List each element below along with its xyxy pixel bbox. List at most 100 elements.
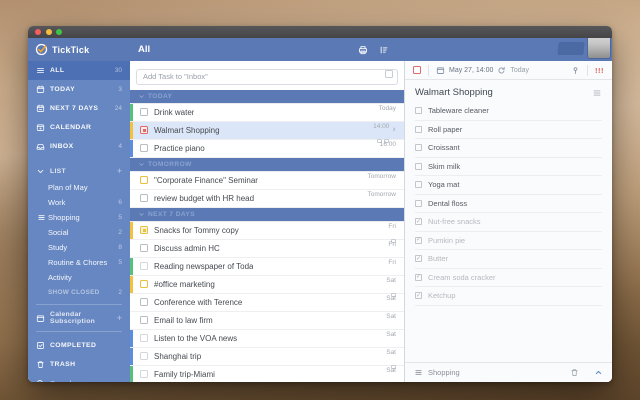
sidebar-item[interactable]: Social 2: [28, 225, 130, 240]
sidebar-item[interactable]: Study 8: [28, 240, 130, 255]
checklist-item[interactable]: ✓ Butter: [415, 250, 602, 269]
priority-badge[interactable]: !!!: [595, 66, 604, 75]
sidebar-item[interactable]: CALENDAR: [28, 118, 130, 137]
detail-task-checkbox[interactable]: [413, 66, 421, 74]
task-row[interactable]: Drink water Today ›: [130, 103, 404, 122]
sidebar-item[interactable]: SHOW CLOSED 2: [28, 285, 130, 300]
task-checkbox[interactable]: [140, 226, 148, 234]
task-row[interactable]: review budget with HR head Tomorrow ›: [130, 190, 404, 208]
task-row[interactable]: Conference with Terence Sat ›: [130, 294, 404, 312]
detail-task-title[interactable]: Walmart Shopping: [415, 87, 493, 98]
pin-icon[interactable]: [571, 66, 580, 75]
task-checkbox[interactable]: [140, 262, 148, 270]
task-checkbox[interactable]: [140, 144, 148, 152]
sidebar-item[interactable]: TODAY 3: [28, 80, 130, 99]
task-row[interactable]: Family trip-Miami Sat ›: [130, 365, 404, 382]
sidebar-item[interactable]: Shopping 5: [28, 210, 130, 225]
section-header[interactable]: NEXT 7 DAYS ›: [130, 207, 404, 222]
checklist-checkbox[interactable]: ✓: [415, 292, 422, 300]
checklist-item[interactable]: ✓ Pumkin pie: [415, 232, 602, 250]
sidebar-item[interactable]: LIST +: [28, 162, 130, 180]
task-checkbox[interactable]: [140, 280, 148, 288]
task-checkbox[interactable]: [140, 194, 148, 202]
task-row[interactable]: Listen to the VOA news Sat ›: [130, 329, 404, 348]
menu-icon[interactable]: [592, 88, 602, 98]
calendar-icon[interactable]: [436, 66, 445, 75]
task-row[interactable]: Discuss admin HC Fri ›: [130, 240, 404, 258]
chevron-up-icon[interactable]: [594, 368, 603, 377]
due-date-label[interactable]: May 27, 14:00: [449, 67, 493, 74]
close-button[interactable]: [35, 29, 41, 35]
checklist-item[interactable]: ✓ Croissant: [415, 139, 602, 158]
task-checkbox[interactable]: [140, 108, 148, 116]
repeat-label[interactable]: Today: [510, 67, 529, 74]
checklist-checkbox[interactable]: ✓: [415, 255, 422, 263]
checklist-checkbox[interactable]: ✓: [415, 236, 422, 244]
checklist-item[interactable]: ✓ Roll paper: [415, 121, 602, 139]
checklist-item[interactable]: ✓ Cream soda cracker: [415, 269, 602, 287]
checklist-checkbox[interactable]: ✓: [415, 144, 422, 152]
sidebar-item[interactable]: Activity: [28, 270, 130, 285]
sidebar-item[interactable]: Routine & Chores 5: [28, 255, 130, 270]
task-options-icon[interactable]: [385, 70, 393, 78]
checklist-checkbox[interactable]: ✓: [415, 107, 422, 115]
chevron-down-icon[interactable]: [138, 161, 145, 168]
sidebar-item[interactable]: Plan of May: [28, 180, 130, 195]
sidebar-item[interactable]: Search: [28, 374, 130, 382]
sidebar-item[interactable]: TRASH: [28, 355, 130, 374]
section-header[interactable]: TODAY ›: [130, 89, 404, 104]
add-task-input[interactable]: [136, 68, 398, 85]
minimize-button[interactable]: [45, 29, 52, 35]
checklist-item[interactable]: ✓ Yoga mat: [415, 176, 602, 195]
section-header[interactable]: TOMORROW ›: [130, 157, 404, 172]
task-list-name[interactable]: Shopping: [428, 368, 460, 377]
chevron-down-icon[interactable]: [138, 211, 145, 218]
repeat-icon[interactable]: [497, 66, 506, 75]
sidebar-item-count: 2: [118, 289, 122, 296]
task-checkbox[interactable]: [140, 334, 148, 342]
task-checkbox[interactable]: [140, 244, 148, 252]
task-checkbox[interactable]: [140, 352, 148, 360]
checklist-item[interactable]: ✓ Tableware cleaner: [415, 102, 602, 121]
sidebar-item-count: 4: [118, 143, 122, 150]
checklist-checkbox[interactable]: ✓: [415, 125, 422, 133]
checklist-checkbox[interactable]: ✓: [415, 181, 422, 189]
task-row[interactable]: Snacks for Tommy copy Fri ›: [130, 221, 404, 244]
task-row[interactable]: "Corporate Finance" Seminar Tomorrow ›: [130, 172, 404, 190]
sidebar-divider: [36, 304, 122, 305]
task-checkbox[interactable]: [140, 126, 148, 134]
checklist-item[interactable]: ✓ Nut-free snacks: [415, 213, 602, 232]
task-row[interactable]: Shanghai trip Sat ›: [130, 347, 404, 370]
task-checkbox[interactable]: [140, 370, 148, 378]
chevron-down-icon[interactable]: [138, 93, 145, 100]
task-due-block: Fri: [388, 259, 396, 273]
trash-icon: [36, 360, 45, 369]
sort-icon[interactable]: [379, 45, 389, 55]
sidebar-item[interactable]: INBOX 4: [28, 137, 130, 156]
zoom-button[interactable]: [56, 29, 62, 35]
task-row[interactable]: Email to law firm Sat ›: [130, 312, 404, 330]
sidebar-item[interactable]: Calendar Subscription +: [28, 309, 130, 327]
completed-icon: [36, 341, 45, 350]
trash-icon[interactable]: [570, 368, 579, 377]
task-row[interactable]: Reading newspaper of Toda Fri ›: [130, 257, 404, 276]
checklist-checkbox[interactable]: ✓: [415, 199, 422, 207]
task-checkbox[interactable]: [140, 316, 148, 324]
sidebar-item[interactable]: COMPLETED: [28, 336, 130, 355]
checklist-item[interactable]: ✓ Ketchup: [415, 287, 602, 306]
print-icon[interactable]: [358, 45, 368, 55]
share-icon[interactable]: [557, 42, 585, 55]
checklist-checkbox[interactable]: ✓: [415, 273, 422, 281]
sidebar-item[interactable]: ALL 30: [28, 61, 130, 80]
checklist-checkbox[interactable]: ✓: [415, 218, 422, 226]
checklist-item[interactable]: ✓ Dental floss: [415, 195, 602, 213]
task-checkbox[interactable]: [140, 176, 148, 184]
checklist-item[interactable]: ✓ Skim milk: [415, 158, 602, 176]
task-row[interactable]: Walmart Shopping 14:00 ›: [130, 121, 404, 144]
sidebar-item[interactable]: Work 6: [28, 195, 130, 210]
sidebar-item[interactable]: NEXT 7 DAYS 24: [28, 99, 130, 118]
task-checkbox[interactable]: [140, 298, 148, 306]
task-row[interactable]: Practice piano 16:00 ›: [130, 139, 404, 158]
checklist-checkbox[interactable]: ✓: [415, 162, 422, 170]
task-row[interactable]: #office marketing Sat ›: [130, 275, 404, 298]
